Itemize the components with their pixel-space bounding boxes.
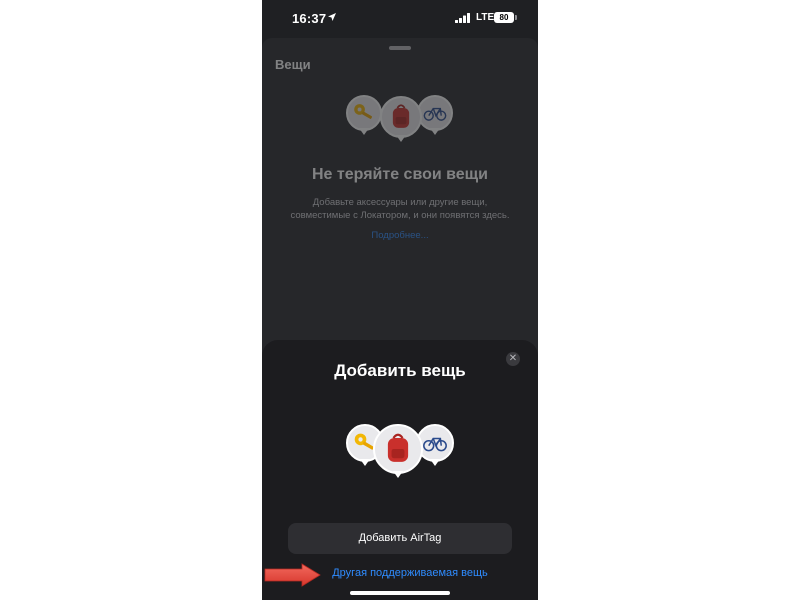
location-arrow-icon — [328, 13, 336, 21]
status-time: 16:37 — [292, 11, 327, 26]
backpack-icon — [373, 424, 423, 478]
backpack-icon — [380, 96, 422, 142]
red-arrow-icon — [264, 563, 321, 587]
battery-tip — [515, 15, 517, 20]
empty-state-heading: Не теряйте свои вещи — [312, 166, 488, 183]
signal-bars-icon — [455, 13, 470, 23]
home-indicator[interactable] — [350, 591, 450, 595]
phone-screen: Вещи Не теряйте свои вещи Добавьте аксес… — [262, 0, 538, 600]
empty-state-description: Добавьте аксессуары или другие вещи, сов… — [290, 197, 510, 221]
network-type: LTE — [476, 12, 495, 23]
sheet-title: Добавить вещь — [334, 361, 466, 380]
bicycle-icon — [417, 95, 453, 135]
key-icon — [346, 95, 382, 135]
add-airtag-button[interactable]: Добавить AirTag — [288, 523, 512, 554]
status-bar: 16:37 LTE 80 — [262, 0, 538, 36]
items-section-title: Вещи — [275, 57, 311, 72]
battery-icon: 80 — [494, 12, 514, 23]
learn-more-link[interactable]: Подробнее... — [262, 230, 538, 241]
